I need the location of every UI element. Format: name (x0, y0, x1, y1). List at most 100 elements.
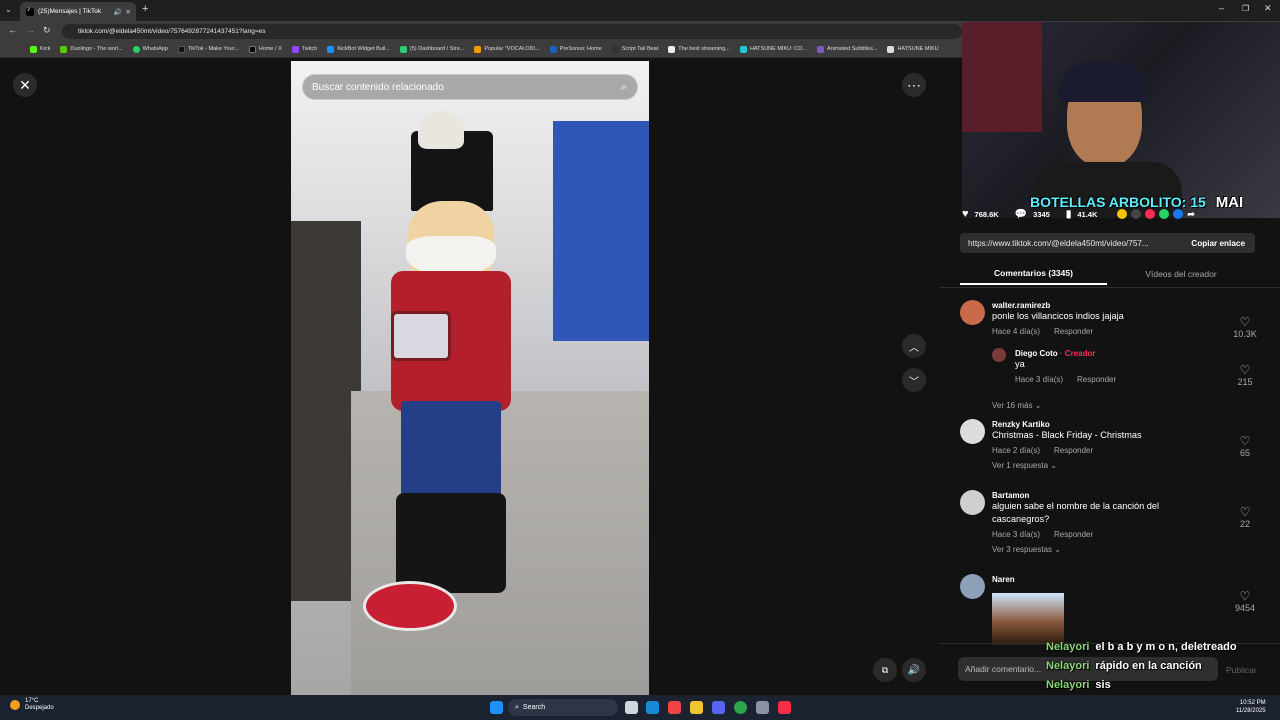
share-icons[interactable]: ➦ (1117, 208, 1195, 220)
bookmark-hatsune[interactable]: HATSUNE MIKU: CO... (739, 45, 807, 53)
reply-username[interactable]: Diego Coto (1015, 349, 1058, 358)
close-window-button[interactable]: ✕ (1264, 3, 1272, 14)
reply-button[interactable]: Responder (1054, 327, 1093, 336)
music-icon[interactable] (778, 701, 791, 714)
tab-comments[interactable]: Comentarios (3345) (960, 263, 1107, 285)
heart-outline-icon[interactable]: ♡ (1230, 363, 1260, 377)
avatar[interactable] (992, 348, 1006, 362)
bookmark-twitch[interactable]: Twitch (291, 45, 317, 53)
comment-username[interactable]: Bartamon (992, 491, 1192, 500)
bookmark-tiktok[interactable]: TikTok - Make Your... (177, 45, 239, 53)
comment-like[interactable]: ♡ 10.3K (1230, 315, 1260, 339)
bookmark-hatsune-2[interactable]: HATSUNE MIKU (887, 45, 939, 53)
taskbar-search[interactable]: ⌕ Search (508, 699, 618, 716)
bookmark-kick[interactable]: Kick (30, 45, 50, 53)
comment-image[interactable] (992, 593, 1064, 645)
browser-tab[interactable]: (25)Mensajes | TikTok 🔊 ✕ (20, 2, 136, 21)
whatsapp-icon[interactable] (1159, 208, 1170, 219)
avatar[interactable] (960, 574, 985, 599)
url-field[interactable]: tiktok.com/@eldela450mt/video/7576492877… (62, 24, 962, 39)
previous-video-button[interactable]: ︿ (902, 334, 926, 358)
reply-button[interactable]: Responder (1077, 375, 1116, 384)
comment-username[interactable]: walter.ramirezb (992, 301, 1232, 310)
heart-outline-icon[interactable]: ♡ (1230, 505, 1260, 519)
close-video-button[interactable]: ✕ (13, 73, 37, 97)
next-video-button[interactable]: ﹀ (902, 368, 926, 392)
share-gold-icon[interactable] (1117, 208, 1128, 219)
reply-like-count: 215 (1237, 377, 1253, 387)
video-player[interactable] (291, 61, 649, 695)
bookmark-script[interactable]: Script Tail Beat (611, 45, 658, 53)
app-icon[interactable] (668, 701, 681, 714)
comment-username[interactable]: Naren (992, 575, 1192, 584)
share-arrow-icon[interactable]: ➦ (1187, 209, 1195, 220)
view-replies[interactable]: Ver 1 respuesta ⌄ (992, 461, 1232, 470)
view-replies[interactable]: Ver 3 respuestas ⌄ (992, 545, 1192, 554)
bookmark-icon[interactable]: ▮ (1066, 209, 1072, 220)
bookmark-dashboard[interactable]: (5) Dashboard / Stre... (399, 45, 464, 53)
bookmark-x[interactable]: Home / X (248, 45, 282, 53)
comment-username[interactable]: Renzky Kartiko (992, 420, 1232, 429)
send-icon[interactable] (1145, 208, 1156, 219)
bookmark-vocaloid[interactable]: Popular "VOCALOID... (474, 45, 540, 53)
reload-icon[interactable]: ↻ (43, 25, 51, 36)
shelf-right (553, 121, 649, 341)
pip-button[interactable]: ⧉ (873, 658, 897, 682)
related-search-input[interactable]: Buscar contenido relacionado (312, 82, 621, 93)
bookmark-subtitles[interactable]: Animated Subtitles... (817, 45, 877, 53)
related-search-bar[interactable]: Buscar contenido relacionado ⌕ (302, 74, 638, 100)
clock[interactable]: 10:52 PM 11/28/2025 (1236, 700, 1266, 716)
facebook-icon[interactable] (1173, 208, 1184, 219)
share-link-box[interactable]: https://www.tiktok.com/@eldela450mt/vide… (960, 233, 1255, 253)
reply-button[interactable]: Responder (1054, 446, 1093, 455)
settings-icon[interactable] (756, 701, 769, 714)
search-icon[interactable]: ⌕ (621, 81, 627, 94)
forward-icon[interactable]: → (26, 25, 35, 35)
minimize-button[interactable]: – (1219, 3, 1224, 13)
back-icon[interactable]: ← (8, 25, 17, 35)
tab-list-button[interactable]: ⌄ (5, 5, 12, 14)
chevron-down-icon: ⌄ (1050, 460, 1057, 470)
maximize-button[interactable]: ❐ (1242, 4, 1249, 13)
avatar[interactable] (960, 300, 985, 325)
comment-like[interactable]: ♡ 65 (1230, 434, 1260, 458)
volume-button[interactable]: 🔊 (902, 658, 926, 682)
bookmark-whatsapp[interactable]: WhatsApp (132, 45, 168, 53)
file-explorer-icon[interactable] (690, 701, 703, 714)
task-view-icon[interactable] (625, 701, 638, 714)
taskbar-search-label: Search (522, 704, 546, 711)
nutcracker-base (363, 581, 457, 631)
chat-username: Nelayori (1046, 660, 1090, 672)
copy-link-button[interactable]: Copiar enlace (1181, 239, 1255, 248)
view-more-replies[interactable]: Ver 16 más ⌄ (992, 401, 1041, 410)
windows-start-icon[interactable] (490, 701, 503, 714)
reply-button[interactable]: Responder (1054, 530, 1093, 539)
publish-button[interactable]: Publicar (1226, 665, 1257, 675)
bookmark-presonus[interactable]: PreSonus: Home (549, 45, 602, 53)
tab-close-icon[interactable]: ✕ (126, 8, 131, 16)
bookmark-duolingo[interactable]: Duolingo - The worl... (60, 45, 123, 53)
heart-icon[interactable]: ♥ (962, 208, 969, 220)
weather-widget[interactable]: 17°C Despejado (10, 698, 54, 712)
bookmark-streaming[interactable]: The best streaming... (668, 45, 730, 53)
chrome-icon[interactable] (734, 701, 747, 714)
more-options-button[interactable]: ⋯ (902, 73, 926, 97)
avatar[interactable] (960, 419, 985, 444)
reply-like[interactable]: ♡ 215 (1230, 363, 1260, 387)
bookmark-kickbot[interactable]: KickBot Widget Buil... (327, 45, 390, 53)
embed-icon[interactable] (1131, 208, 1142, 219)
avatar[interactable] (960, 490, 985, 515)
new-tab-button[interactable]: + (142, 3, 148, 15)
comment-icon[interactable]: 💬 (1015, 209, 1027, 220)
tab-creator-videos[interactable]: Vídeos del creador (1107, 263, 1255, 285)
comment-like[interactable]: ♡ 22 (1230, 505, 1260, 529)
chat-message: sis (1095, 679, 1111, 691)
comment-like[interactable]: ♡ 9454 (1230, 589, 1260, 613)
creator-badge: · Creador (1059, 349, 1096, 358)
discord-icon[interactable] (712, 701, 725, 714)
heart-outline-icon[interactable]: ♡ (1230, 589, 1260, 603)
heart-outline-icon[interactable]: ♡ (1230, 434, 1260, 448)
edge-icon[interactable] (646, 701, 659, 714)
heart-outline-icon[interactable]: ♡ (1230, 315, 1260, 329)
chat-message: el b a b y m o n, deletreado (1095, 641, 1237, 653)
